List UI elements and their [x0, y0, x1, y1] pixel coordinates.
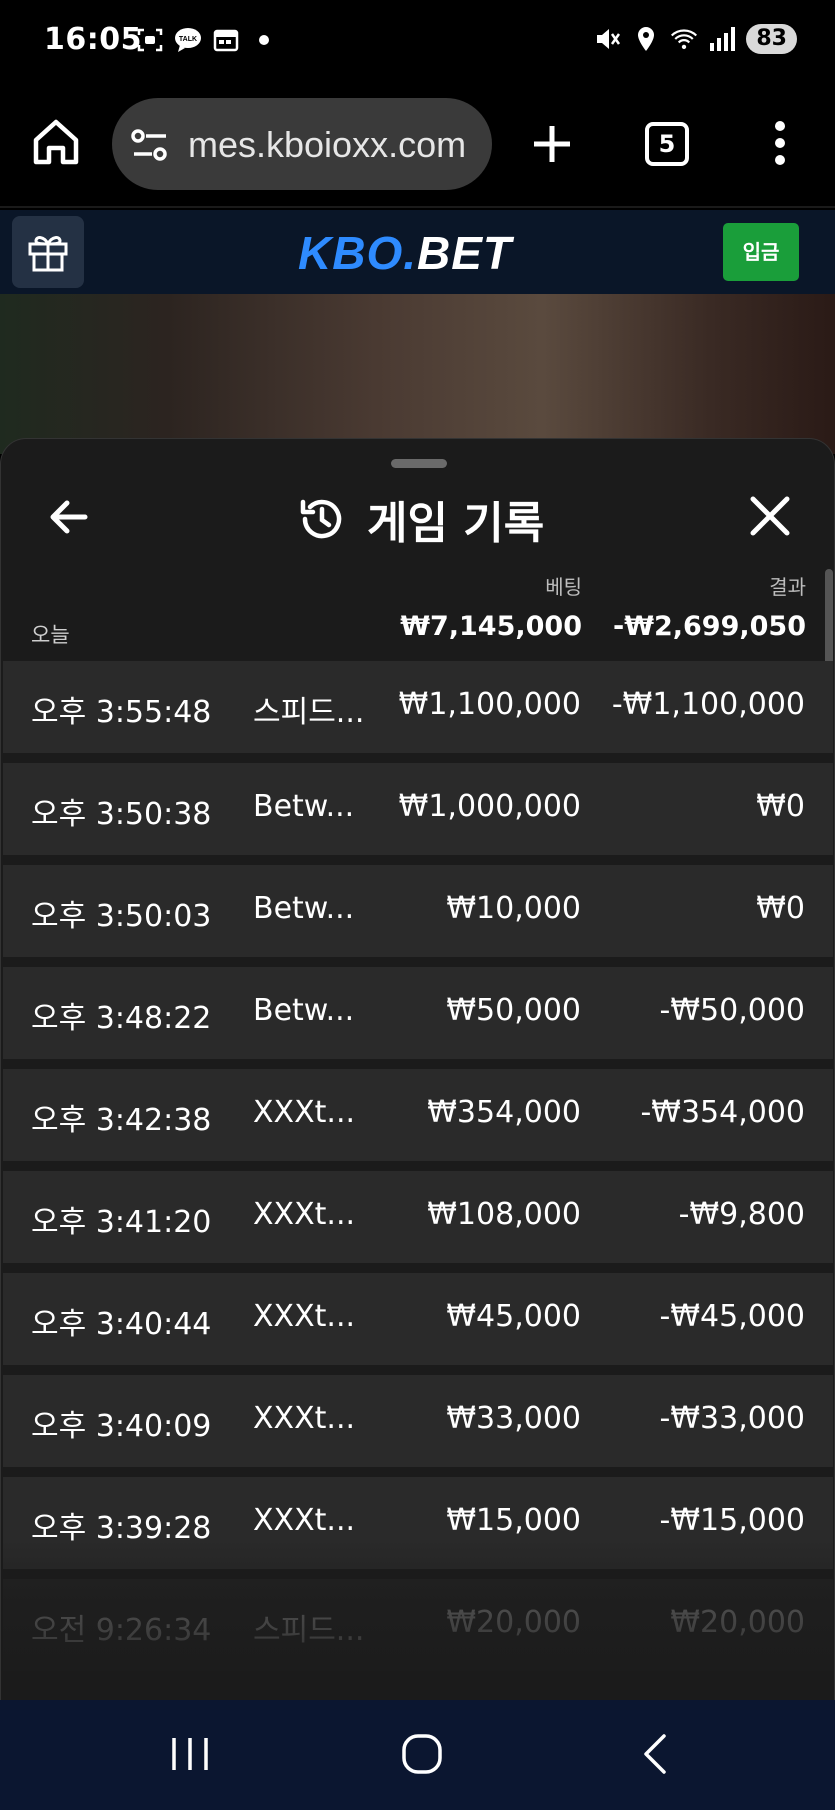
deposit-button[interactable]: 입금	[723, 223, 799, 281]
scrollbar[interactable]	[825, 569, 833, 665]
screenshot-icon	[136, 26, 164, 54]
nav-back-icon[interactable]	[640, 1732, 670, 1776]
row-bet: ₩1,000,000	[398, 789, 581, 824]
row-bet: ₩354,000	[427, 1095, 581, 1130]
row-result: -₩45,000	[659, 1299, 805, 1334]
status-right-icons: 83	[594, 24, 797, 54]
nav-home-icon[interactable]	[400, 1732, 444, 1776]
row-game: XXXt...	[253, 1503, 356, 1538]
row-result: -₩15,000	[659, 1503, 805, 1538]
close-icon[interactable]	[745, 491, 795, 541]
history-row[interactable]: 오후 3:48:22 Betw... ₩50,000 -₩50,000	[3, 967, 833, 1059]
history-icon	[297, 494, 347, 544]
history-row[interactable]: 오후 3:50:03 Betw... ₩10,000 ₩0	[3, 865, 833, 957]
total-result: -₩2,699,050	[612, 611, 806, 642]
history-row[interactable]: 오후 3:40:09 XXXt... ₩33,000 -₩33,000	[3, 1375, 833, 1467]
battery-indicator: 83	[746, 24, 797, 54]
history-row[interactable]: 오전 9:26:34 스피드... ₩20,000 ₩20,000	[3, 1579, 833, 1671]
history-row[interactable]: 오후 3:55:48 스피드... ₩1,100,000 -₩1,100,000	[3, 661, 833, 753]
history-row[interactable]: 오후 3:41:20 XXXt... ₩108,000 -₩9,800	[3, 1171, 833, 1263]
site-logo[interactable]: KBO.BET	[298, 226, 512, 280]
row-bet: ₩33,000	[446, 1401, 581, 1436]
row-time: 오전 9:26:34	[31, 1613, 212, 1648]
site-settings-icon[interactable]	[130, 128, 170, 162]
row-time: 오후 3:50:03	[31, 899, 212, 934]
address-bar[interactable]: mes.kboioxx.com	[112, 98, 492, 190]
row-result: -₩1,100,000	[611, 687, 805, 722]
row-result: -₩50,000	[659, 993, 805, 1028]
sheet-title: 게임 기록	[297, 487, 544, 551]
row-bet: ₩50,000	[446, 993, 581, 1028]
row-game: 스피드...	[253, 695, 365, 730]
system-nav-bar	[0, 1700, 835, 1810]
url-text: mes.kboioxx.com	[188, 124, 467, 165]
drag-handle[interactable]	[391, 459, 447, 468]
row-time: 오후 3:39:28	[31, 1511, 212, 1546]
signal-icon	[708, 25, 736, 53]
row-time: 오후 3:41:20	[31, 1205, 212, 1240]
row-time: 오후 3:40:44	[31, 1307, 212, 1342]
row-game: 스피드...	[253, 1613, 365, 1648]
back-arrow-icon[interactable]	[43, 491, 95, 543]
row-game: XXXt...	[253, 1401, 356, 1436]
history-list: 오후 3:55:48 스피드... ₩1,100,000 -₩1,100,000…	[3, 661, 833, 1681]
row-time: 오후 3:50:38	[31, 797, 212, 832]
row-result: -₩33,000	[659, 1401, 805, 1436]
status-bar: 16:05 TALK 83	[0, 0, 835, 86]
logo-bet: BET	[417, 227, 513, 279]
game-history-sheet: 게임 기록 베팅 결과 오늘 ₩7,145,000 -₩2,699,050 오후…	[0, 438, 835, 1700]
new-tab-icon[interactable]	[528, 120, 576, 168]
svg-text:TALK: TALK	[179, 36, 197, 43]
logo-dot: .	[403, 227, 418, 279]
row-bet: ₩45,000	[446, 1299, 581, 1334]
gift-button[interactable]	[12, 216, 84, 288]
history-row[interactable]: 오후 3:39:28 XXXt... ₩15,000 -₩15,000	[3, 1477, 833, 1569]
row-time: 오후 3:42:38	[31, 1103, 212, 1138]
more-menu-icon[interactable]	[765, 118, 795, 168]
mute-icon	[594, 25, 622, 53]
status-time: 16:05	[44, 22, 142, 57]
history-row[interactable]: 오후 3:40:44 XXXt... ₩45,000 -₩45,000	[3, 1273, 833, 1365]
column-header-bet: 베팅	[545, 575, 582, 599]
recent-apps-icon[interactable]	[168, 1734, 212, 1774]
row-result: ₩0	[756, 789, 805, 824]
row-time: 오후 3:48:22	[31, 1001, 212, 1036]
row-result: -₩354,000	[640, 1095, 805, 1130]
location-icon	[632, 25, 660, 53]
logo-kbo: KBO	[298, 227, 404, 279]
home-icon[interactable]	[30, 116, 82, 168]
gift-icon	[28, 236, 68, 272]
row-bet: ₩1,100,000	[398, 687, 581, 722]
row-game: Betw...	[253, 891, 355, 926]
row-bet: ₩15,000	[446, 1503, 581, 1538]
site-header: KBO.BET 입금	[0, 210, 835, 294]
dot-icon	[250, 26, 278, 54]
status-left-icons: TALK	[136, 26, 278, 54]
tab-switcher-button[interactable]: 5	[645, 122, 689, 166]
row-result: -₩9,800	[678, 1197, 805, 1232]
talk-icon: TALK	[174, 26, 202, 54]
wifi-icon	[670, 25, 698, 53]
browser-toolbar: mes.kboioxx.com 5	[0, 86, 835, 208]
column-header-result: 결과	[769, 575, 806, 599]
row-result: ₩20,000	[670, 1605, 805, 1640]
calendar-icon	[212, 26, 240, 54]
history-row[interactable]: 오후 3:50:38 Betw... ₩1,000,000 ₩0	[3, 763, 833, 855]
row-game: Betw...	[253, 789, 355, 824]
row-game: XXXt...	[253, 1197, 356, 1232]
row-game: XXXt...	[253, 1299, 356, 1334]
row-game: Betw...	[253, 993, 355, 1028]
row-time: 오후 3:55:48	[31, 695, 212, 730]
row-bet: ₩10,000	[446, 891, 581, 926]
row-game: XXXt...	[253, 1095, 356, 1130]
day-label: 오늘	[31, 623, 70, 647]
row-result: ₩0	[756, 891, 805, 926]
row-time: 오후 3:40:09	[31, 1409, 212, 1444]
sheet-title-text: 게임 기록	[367, 498, 545, 549]
total-bet: ₩7,145,000	[400, 611, 582, 642]
row-bet: ₩108,000	[427, 1197, 581, 1232]
background-banner	[0, 294, 835, 454]
history-row[interactable]: 오후 3:42:38 XXXt... ₩354,000 -₩354,000	[3, 1069, 833, 1161]
row-bet: ₩20,000	[446, 1605, 581, 1640]
